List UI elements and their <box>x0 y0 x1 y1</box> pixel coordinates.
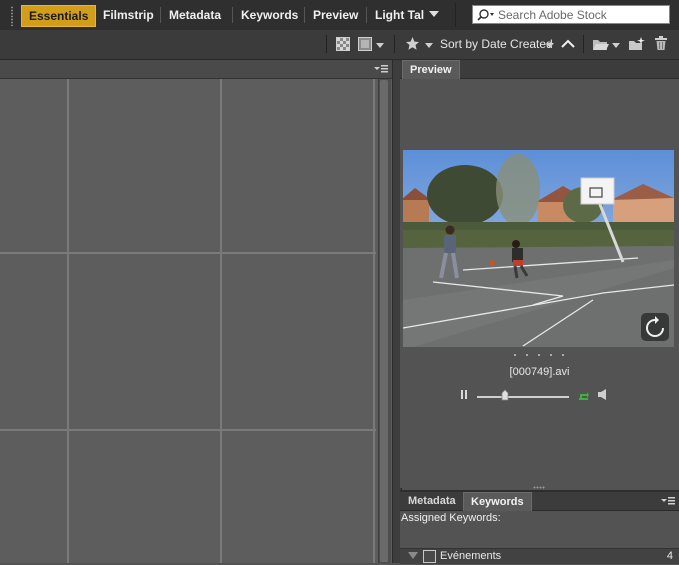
tab-metadata[interactable]: Metadata <box>401 492 463 510</box>
keyword-checkbox[interactable] <box>423 550 436 563</box>
workspace-tab-filmstrip[interactable]: Filmstrip <box>103 5 154 25</box>
sort-ascending-icon[interactable] <box>561 39 575 49</box>
keyword-category-label: Evénements <box>440 550 502 562</box>
grid-divider <box>0 429 376 431</box>
video-scrubber-thumb[interactable] <box>501 389 509 401</box>
separator <box>366 7 367 23</box>
panel-menu-icon[interactable] <box>661 497 675 506</box>
sort-dropdown-label[interactable]: Sort by Date Created <box>440 37 553 51</box>
workspace-tab-essentials[interactable]: Essentials <box>21 5 97 27</box>
open-folder-icon[interactable] <box>592 38 610 51</box>
file-name: [000749].avi <box>509 366 570 378</box>
chevron-down-icon[interactable] <box>428 10 440 19</box>
content-panel[interactable] <box>0 60 392 563</box>
new-folder-icon[interactable] <box>628 37 645 51</box>
page-indicator-dots <box>514 354 564 356</box>
separator <box>326 35 327 53</box>
reload-icon[interactable] <box>641 313 669 341</box>
separator <box>394 35 395 53</box>
separator <box>304 7 305 23</box>
workspace-tab-preview[interactable]: Preview <box>313 5 358 25</box>
separator <box>232 7 233 23</box>
search-input[interactable]: Search Adobe Stock <box>472 5 670 24</box>
search-placeholder: Search Adobe Stock <box>498 8 607 22</box>
pause-icon[interactable] <box>460 389 468 400</box>
panel-menu-icon[interactable] <box>374 65 388 74</box>
tab-preview[interactable]: Preview <box>402 60 460 79</box>
video-scrubber-track[interactable] <box>477 396 569 398</box>
view-mode-icon[interactable] <box>358 37 372 51</box>
grid-divider <box>67 79 69 563</box>
separator <box>583 35 584 53</box>
disclosure-triangle-icon[interactable] <box>408 552 418 560</box>
chevron-down-icon[interactable] <box>546 43 554 48</box>
splitter-grip[interactable] <box>533 486 545 489</box>
thumbnail-quality-icon[interactable] <box>336 37 350 51</box>
chevron-down-icon[interactable] <box>376 43 384 48</box>
loop-icon[interactable] <box>578 390 590 401</box>
separator <box>160 7 161 23</box>
toolbar: Sort by Date Created <box>0 30 679 60</box>
workspace-bar: Essentials Filmstrip Metadata Keywords P… <box>0 0 679 30</box>
search-icon <box>477 9 494 21</box>
trash-icon[interactable] <box>655 36 667 51</box>
tab-keywords[interactable]: Keywords <box>463 492 532 511</box>
grip-icon[interactable] <box>10 6 14 26</box>
content-panel-header <box>0 60 392 79</box>
keyword-category-row[interactable]: Evénements 4 <box>400 548 679 564</box>
assigned-keywords-label: Assigned Keywords: <box>401 512 501 524</box>
grid-divider <box>373 79 375 563</box>
volume-icon[interactable] <box>597 388 609 401</box>
separator <box>455 3 456 27</box>
chevron-down-icon[interactable] <box>612 43 620 48</box>
star-icon[interactable] <box>405 36 420 51</box>
keywords-tab-bar: Metadata Keywords <box>400 492 679 511</box>
workspace-tab-metadata[interactable]: Metadata <box>169 5 221 25</box>
workspace-tab-keywords[interactable]: Keywords <box>241 5 298 25</box>
preview-tab-bar: Preview <box>400 60 679 79</box>
keyword-category-count: 4 <box>666 550 673 562</box>
scrollbar-thumb[interactable] <box>380 80 388 562</box>
chevron-down-icon[interactable] <box>425 43 433 48</box>
video-preview-frame[interactable] <box>403 150 674 347</box>
workspace-tab-light-table[interactable]: Light Tal <box>375 5 424 25</box>
grid-divider <box>0 252 376 254</box>
grid-divider <box>220 79 222 563</box>
